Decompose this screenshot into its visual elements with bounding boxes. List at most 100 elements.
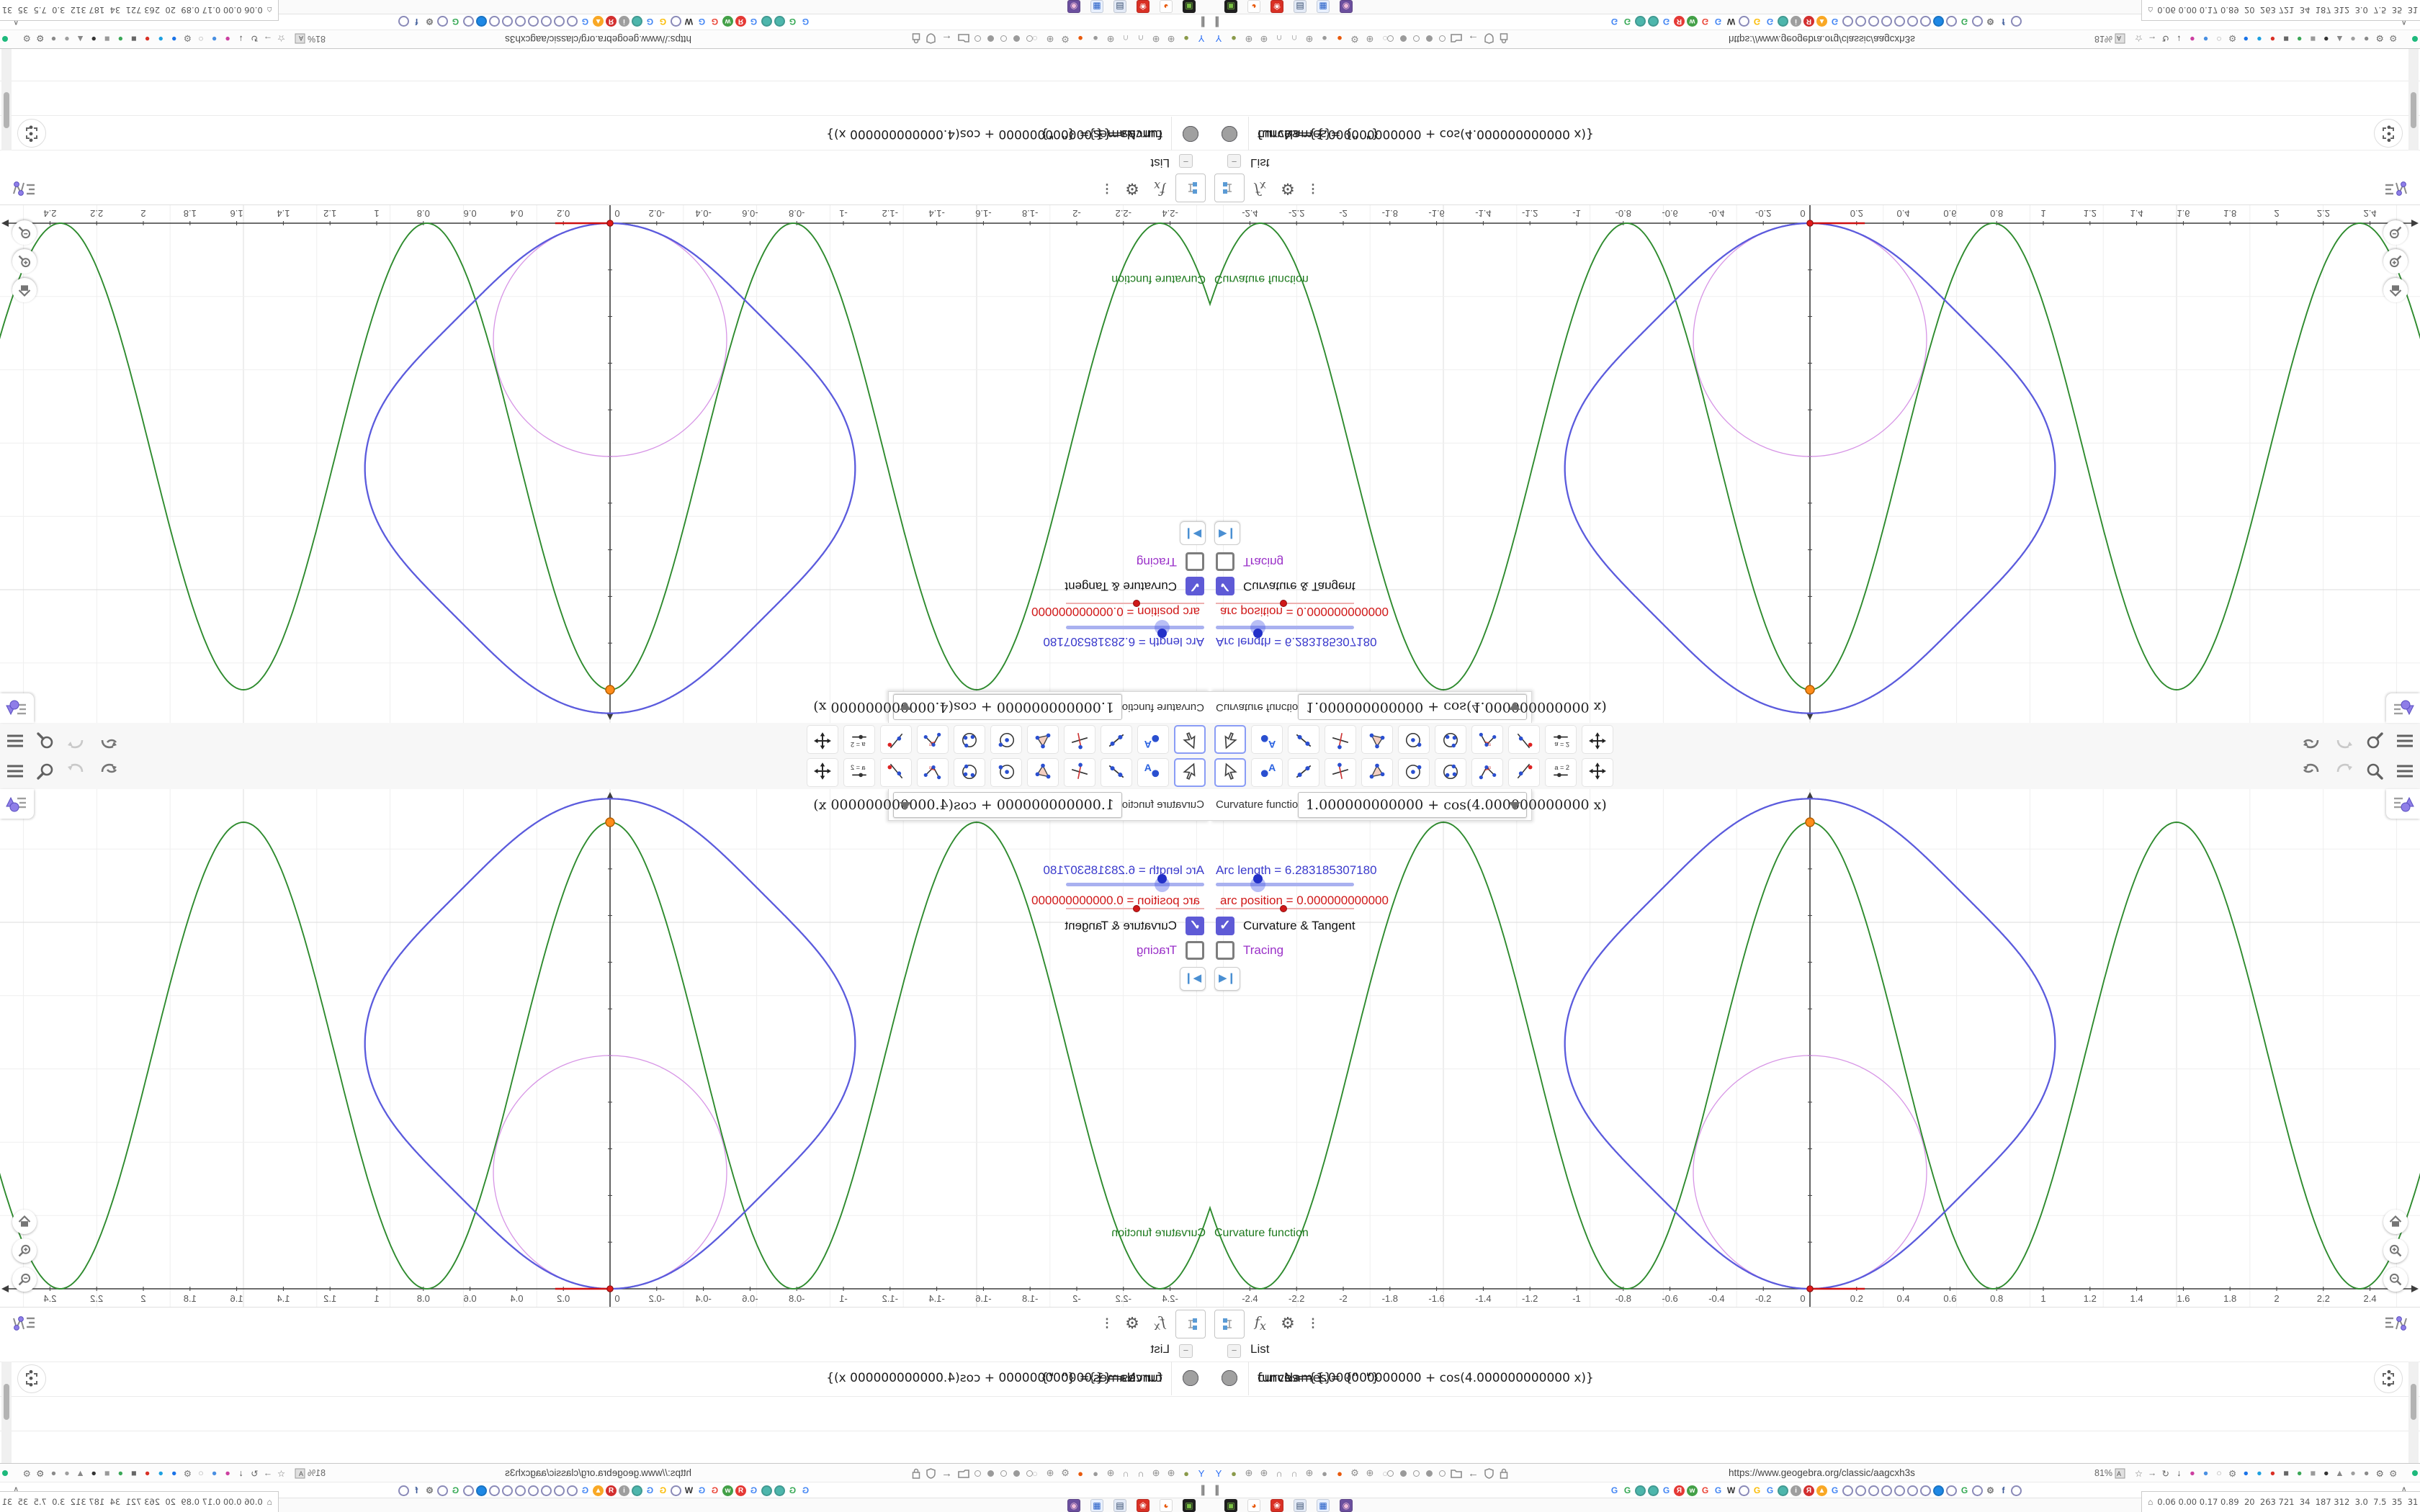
bookmark-favicon[interactable] <box>398 1485 409 1496</box>
fx-button[interactable]: fx <box>1247 1310 1273 1337</box>
bookmark-favicon[interactable]: i <box>1791 16 1801 27</box>
tool-polygon[interactable] <box>1027 758 1059 787</box>
window-dot-icon[interactable] <box>1439 35 1446 42</box>
extension-icon[interactable]: ⊕ <box>1105 1467 1116 1479</box>
algebra-row[interactable]: funcNames = {" "} • • • <box>1210 1362 2420 1431</box>
extension-icon[interactable]: ○ <box>195 34 206 44</box>
algebra-panel-toggle[interactable] <box>2380 1310 2414 1337</box>
search-icon[interactable] <box>36 762 55 784</box>
url-text[interactable]: https://www.geogebra.org/classic/aagcxh3… <box>1729 30 1915 48</box>
lock-icon[interactable] <box>912 33 920 45</box>
window-dot-icon[interactable] <box>987 35 994 42</box>
algebra-row[interactable]: funcs = {1.000000000000 + cos(4.00000000… <box>0 47 1210 150</box>
stylebar-toggle[interactable] <box>2386 789 2420 819</box>
bookmark-favicon[interactable]: ▲ <box>593 16 604 27</box>
bookmark-favicon[interactable]: G <box>800 17 811 27</box>
extension-icon[interactable]: ↻ <box>249 34 260 45</box>
bookmark-favicon[interactable]: f <box>411 1485 422 1496</box>
bookmark-favicon[interactable]: W <box>684 17 694 27</box>
extension-icon[interactable]: ● <box>48 34 59 44</box>
taskbar-app-icon[interactable]: ▦ <box>1090 1499 1103 1512</box>
bookmark-favicon[interactable] <box>1894 1485 1905 1496</box>
search-icon[interactable] <box>2365 762 2384 784</box>
expand-icon[interactable] <box>2374 1364 2403 1393</box>
bookmark-favicon[interactable]: ▲ <box>1816 1485 1827 1496</box>
shield-icon[interactable] <box>1484 33 1494 45</box>
graphics-view[interactable]: -2.4 -2.2 -2 -1.8 -1.6 -1.4 -1.2 -1 -0.8 -0.6 -0.4… <box>0 789 1210 1307</box>
zoom-level-badge[interactable]: 81% <box>2094 30 2112 48</box>
back-arrow-icon[interactable]: ← <box>941 33 952 45</box>
taskbar-app-icon[interactable]: ▤ <box>1294 0 1307 13</box>
bookmark-favicon[interactable]: ▲ <box>1816 16 1827 27</box>
bookmark-favicon[interactable]: G <box>450 17 461 27</box>
taskbar-app-icon[interactable]: ◕ <box>1247 0 1260 13</box>
extension-icon[interactable]: ● <box>2200 1468 2211 1478</box>
window-dot-icon[interactable] <box>1400 1470 1407 1477</box>
settings-button[interactable]: ⚙ <box>1119 1310 1145 1337</box>
extension-icon[interactable]: ○ <box>2214 34 2225 44</box>
bookmark-favicon[interactable]: G <box>748 1485 759 1496</box>
expand-icon[interactable] <box>17 1364 46 1393</box>
extension-icon[interactable]: ⊕ <box>1150 1467 1162 1479</box>
tool-circle[interactable] <box>1398 758 1430 787</box>
bookmark-favicon[interactable]: ⚙ <box>424 17 435 27</box>
stylebar-toggle[interactable] <box>0 693 34 723</box>
window-dot-icon[interactable] <box>1026 1470 1033 1477</box>
bookmark-favicon[interactable]: w <box>722 16 733 27</box>
arc-length-slider[interactable] <box>1216 874 1354 892</box>
window-dot-icon[interactable] <box>1439 1470 1446 1477</box>
bookmark-favicon[interactable] <box>1778 1485 1788 1496</box>
extension-icon[interactable]: ∩ <box>1289 34 1300 45</box>
extension-icon[interactable]: ● <box>2294 1468 2305 1478</box>
tool-polygon[interactable] <box>1027 725 1059 754</box>
extension-icon[interactable]: ↻ <box>249 1468 260 1479</box>
extension-icon[interactable]: → <box>262 1468 273 1478</box>
extension-icon[interactable]: ∩ <box>1135 34 1147 45</box>
tool-angle[interactable]: α <box>1471 758 1503 787</box>
bookmark-favicon[interactable]: G <box>1609 17 1620 27</box>
visibility-toggle[interactable] <box>1222 1370 1237 1386</box>
extension-icon[interactable]: ⚙ <box>1349 1467 1361 1479</box>
tool-pan[interactable] <box>807 758 838 787</box>
arc-position-slider[interactable] <box>1066 600 1204 607</box>
extension-icon[interactable]: ⊕ <box>1364 1467 1376 1479</box>
extension-icon[interactable]: ● <box>115 1468 126 1478</box>
extension-icon[interactable]: ● <box>2348 34 2359 44</box>
extension-icon[interactable]: ● <box>2361 34 2372 44</box>
bookmark-favicon[interactable] <box>554 16 565 27</box>
chevron-down-icon[interactable] <box>900 702 911 710</box>
bookmark-favicon[interactable] <box>1648 16 1659 27</box>
extension-icon[interactable]: ● <box>2321 34 2331 44</box>
arc-length-slider[interactable] <box>1216 620 1354 638</box>
home-button[interactable] <box>12 278 37 302</box>
algebra-row[interactable]: funcs = {1.000000000000 + cos(4.00000000… <box>1210 1362 2420 1465</box>
reader-icon[interactable]: A <box>295 30 305 48</box>
extension-icon[interactable]: ∩ <box>1120 1468 1131 1479</box>
extension-icon[interactable]: ■ <box>2308 34 2318 44</box>
bookmark-favicon[interactable]: W <box>1726 17 1736 27</box>
taskbar-app-icon[interactable]: ❀ <box>1270 1499 1283 1512</box>
taskbar-app-icon[interactable]: ▦ <box>1317 0 1330 13</box>
extension-icon[interactable]: ☆ <box>276 1468 287 1479</box>
extension-icon[interactable]: ● <box>1228 1468 1240 1479</box>
taskbar-app-icon[interactable]: ❀ <box>1137 0 1150 13</box>
bookmark-favicon[interactable]: Я <box>606 1485 617 1496</box>
bookmark-favicon[interactable]: G <box>709 17 720 27</box>
extension-icon[interactable]: ▲ <box>75 34 86 44</box>
bookmark-favicon[interactable] <box>528 1485 539 1496</box>
bookmark-favicon[interactable]: G <box>1713 1485 1724 1496</box>
extension-icon[interactable]: ⊕ <box>1364 33 1376 45</box>
home-button[interactable] <box>2383 278 2408 302</box>
extension-icon[interactable]: ⊕ <box>1258 1467 1270 1479</box>
more-options-button[interactable]: ⋮ <box>1302 175 1324 202</box>
extension-icon[interactable]: ⊕ <box>1044 1467 1056 1479</box>
bookmark-favicon[interactable] <box>774 16 785 27</box>
extension-icon[interactable]: ● <box>142 1468 153 1478</box>
zoom-level-badge[interactable]: 81% <box>2094 1464 2112 1482</box>
bookmark-favicon[interactable]: G <box>1713 17 1724 27</box>
home-button[interactable] <box>2383 1210 2408 1234</box>
search-icon[interactable] <box>36 729 55 751</box>
tool-point[interactable]: A <box>1251 725 1283 754</box>
bookmark-favicon[interactable] <box>1972 1485 1983 1496</box>
bookmark-favicon[interactable] <box>1868 16 1879 27</box>
